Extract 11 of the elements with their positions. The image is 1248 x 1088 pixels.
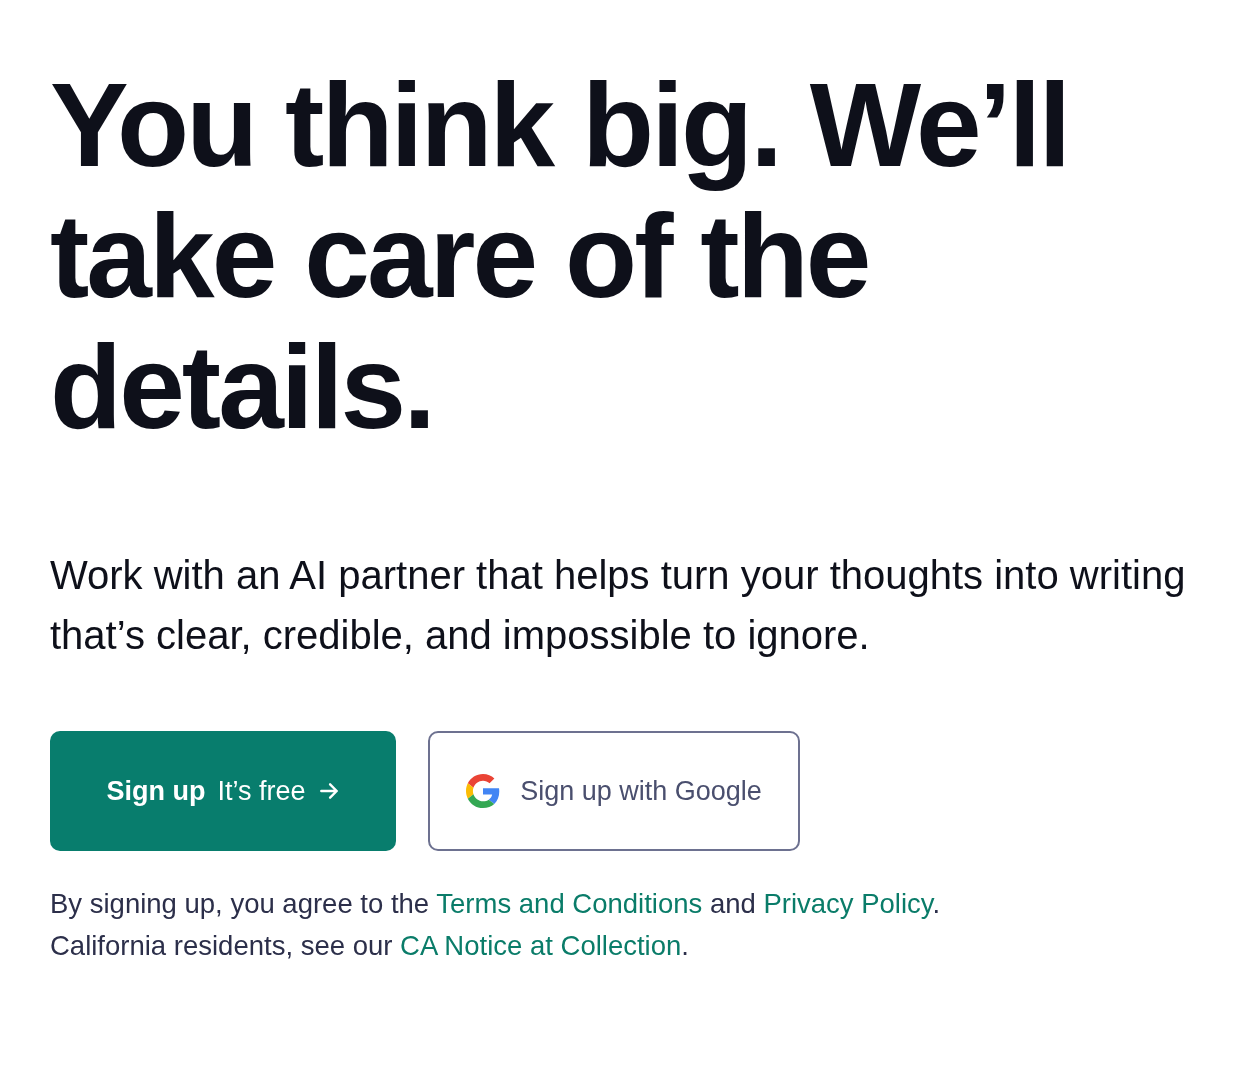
legal-notice: California residents, see our CA Notice at Collection. — [50, 929, 690, 963]
google-sign-up-button[interactable]: Sign up with Google — [428, 731, 800, 851]
arrow-right-icon — [317, 780, 340, 802]
legal-notice: By signing up, you agree to the Terms and Conditions and Privacy Policy. — [50, 887, 942, 921]
google-g-icon — [466, 774, 501, 808]
headline: You think big. We’ll take care of the details. — [50, 60, 1070, 453]
text-link[interactable]: Terms and Conditions — [436, 888, 703, 919]
sign-up-button[interactable]: Sign up It’s free — [50, 731, 396, 851]
text-link[interactable]: CA Notice at Collection — [400, 930, 682, 961]
subheading: Work with an AI partner that helps turn your thoughts into writing that’s clear, credible, and impossible to ignore. — [50, 552, 1187, 659]
text-link[interactable]: Privacy Policy — [763, 888, 933, 919]
